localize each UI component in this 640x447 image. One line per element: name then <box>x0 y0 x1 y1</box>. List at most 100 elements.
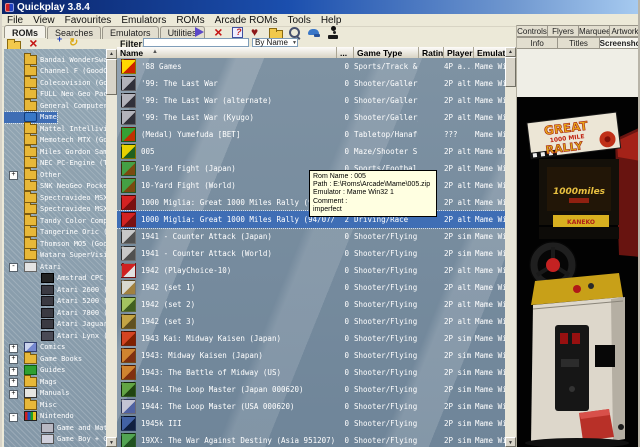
tree-item[interactable]: Miles Gordon Sam ... <box>4 146 106 158</box>
game-emulator: Mame Win <box>475 232 505 241</box>
game-row[interactable]: 005 0 Maze/Shooter S... 2P alt Mame Win <box>117 143 505 160</box>
expand-toggle-icon[interactable]: + <box>9 390 18 399</box>
tree-item[interactable]: Spectravideo MSX ... <box>4 204 106 216</box>
scroll-up-icon[interactable]: ▲ <box>505 47 516 57</box>
media-tab[interactable]: Artwork <box>610 25 640 37</box>
expand-toggle-icon[interactable]: + <box>9 344 18 353</box>
column-header[interactable]: Rating <box>419 47 444 58</box>
menu-item[interactable]: File <box>2 15 28 26</box>
tree-item[interactable]: Atari 5200 (Good... <box>4 296 106 308</box>
media-tab[interactable]: Screenshots <box>600 37 640 49</box>
tree-scroll-thumb[interactable] <box>106 59 117 95</box>
tree-item[interactable]: - Nintendo <box>4 411 74 423</box>
expand-toggle-icon[interactable]: - <box>9 413 18 422</box>
tree-scrollbar[interactable]: ▲ ▼ <box>106 49 117 447</box>
tree-item[interactable]: Atari 7800 (Good... <box>4 307 106 319</box>
tree-item[interactable]: - Atari <box>4 261 61 273</box>
tree-item[interactable]: FULL Neo Geo Pack... <box>4 89 106 101</box>
tree-item[interactable]: NEC PC-Engine (Tu... <box>4 158 106 170</box>
game-row[interactable]: 1941 - Counter Attack (Japan) 0 Shooter/… <box>117 228 505 245</box>
expand-toggle-icon[interactable]: + <box>9 171 18 180</box>
column-header[interactable]: Name <box>117 47 337 58</box>
tree-item[interactable]: Misc <box>4 399 57 411</box>
expand-toggle-icon[interactable]: + <box>9 378 18 387</box>
game-row[interactable]: 1944: The Loop Master (Japan 000620) 0 S… <box>117 381 505 398</box>
column-header[interactable]: Emulator <box>474 47 505 58</box>
tree-item[interactable]: Atari Jaguar (Go... <box>4 319 106 331</box>
tree-item[interactable]: + Other <box>4 169 61 181</box>
game-row[interactable]: '99: The Last War 0 Shooter/Gallery 2P a… <box>117 75 505 92</box>
tree-item[interactable]: + Game Books <box>4 353 82 365</box>
tree-item[interactable]: General Computer ... <box>4 100 106 112</box>
game-row[interactable]: 1943: The Battle of Midway (US) 0 Shoote… <box>117 364 505 381</box>
tree-item-label: Watara SuperVisio... <box>40 251 106 259</box>
expand-toggle-icon[interactable]: + <box>9 367 18 376</box>
tree-item[interactable]: Game and Watch <box>4 422 106 434</box>
game-row[interactable]: (Medal) Yumefuda [BET] 0 Tabletop/Hanafu… <box>117 126 505 143</box>
column-header[interactable]: ... <box>337 47 354 58</box>
tree-item[interactable]: Colecovision (Goo... <box>4 77 106 89</box>
svg-text:1000miles: 1000miles <box>553 187 606 197</box>
tree-item[interactable]: Atari Lynx (Good... <box>4 330 106 342</box>
tree-item[interactable]: + Manuals <box>4 388 70 400</box>
scroll-up-icon[interactable]: ▲ <box>106 49 117 59</box>
tree-item[interactable]: Bandai WonderSwan... <box>4 54 106 66</box>
filter-input[interactable] <box>143 38 249 47</box>
menu-item[interactable]: Emulators <box>116 15 171 26</box>
tree-item[interactable]: SNK NeoGeo Pocket... <box>4 181 106 193</box>
app-icon <box>5 3 14 12</box>
scroll-down-icon[interactable]: ▼ <box>106 437 117 447</box>
game-row[interactable]: '99: The Last War (alternate) 0 Shooter/… <box>117 92 505 109</box>
game-row[interactable]: '99: The Last War (Kyugo) 0 Shooter/Gall… <box>117 109 505 126</box>
expand-toggle-icon[interactable]: + <box>9 355 18 364</box>
tree-item[interactable]: + Guides <box>4 365 65 377</box>
tree-item[interactable]: Channel F (GoodCh... <box>4 66 106 78</box>
tree-item-label: Atari Jaguar (Go... <box>57 320 106 328</box>
controller-setup-button[interactable] <box>325 26 341 40</box>
scroll-down-icon[interactable]: ▼ <box>505 437 516 447</box>
tree-item[interactable]: Amstrad CPC (Goo... <box>4 273 106 285</box>
column-header[interactable]: Game Type <box>354 47 419 58</box>
game-row[interactable]: 19XX: The War Against Destiny (Asia 9512… <box>117 432 505 447</box>
media-tab[interactable]: Flyers <box>548 25 579 37</box>
media-tab[interactable]: Controls <box>517 25 548 37</box>
tree-item[interactable]: Memotech MTX (Goo... <box>4 135 106 147</box>
menu-item[interactable]: ROMs <box>171 15 209 26</box>
tree-item[interactable]: + Comics <box>4 342 65 354</box>
menu-item[interactable]: Tools <box>282 15 315 26</box>
tree-item[interactable]: Game Boy + Game ... <box>4 434 106 446</box>
game-row[interactable]: 1944: The Loop Master (USA 000620) 0 Sho… <box>117 398 505 415</box>
tree-item-icon <box>41 434 54 444</box>
tree-item[interactable]: + Mags <box>4 376 57 388</box>
list-scrollbar[interactable]: ▲ ▼ <box>505 47 516 447</box>
tree-item[interactable]: Watara SuperVisio... <box>4 250 106 262</box>
tree-item[interactable]: Mattel Intellivis... <box>4 123 106 135</box>
game-row[interactable]: 1942 (set 1) 0 Shooter/Flying... 2P alt … <box>117 279 505 296</box>
tree-item[interactable]: Tangerine Oric (G... <box>4 227 106 239</box>
tree-item[interactable]: Thomson MO5 (Good... <box>4 238 106 250</box>
game-row[interactable]: 1941 - Counter Attack (World) 0 Shooter/… <box>117 245 505 262</box>
game-row[interactable]: 1945k III 0 Shooter/Flying... 2P sim Mam… <box>117 415 505 432</box>
tree-item[interactable]: Atari 2600 (Good... <box>4 284 106 296</box>
game-row[interactable]: 1943: Midway Kaisen (Japan) 0 Shooter/Fl… <box>117 347 505 364</box>
list-scroll-thumb[interactable] <box>505 57 516 87</box>
media-tab[interactable]: Titles <box>558 37 599 49</box>
sort-by-combobox[interactable]: By Name ▼ <box>252 38 298 47</box>
game-row[interactable]: 1942 (set 3) 0 Shooter/Flying... 2P alt … <box>117 313 505 330</box>
game-row[interactable]: 1942 (PlayChoice-10) 0 Shooter/Flying...… <box>117 262 505 279</box>
media-tab[interactable]: Info <box>517 37 558 49</box>
menu-item[interactable]: Favourites <box>60 15 117 26</box>
media-tab[interactable]: Marquees <box>579 25 610 37</box>
good-tools-button[interactable] <box>306 26 322 40</box>
menu-item[interactable]: View <box>28 15 60 26</box>
game-row[interactable]: 1942 (set 2) 0 Shooter/Flying... 2P alt … <box>117 296 505 313</box>
menu-item[interactable]: Help <box>316 15 347 26</box>
column-header[interactable]: Players <box>444 47 474 58</box>
game-type: Maze/Shooter S... <box>354 147 418 156</box>
game-row[interactable]: '88 Games 0 Sports/Track &... 4P a... Ma… <box>117 58 505 75</box>
tree-item[interactable]: Spectravideo MSX ... <box>4 192 106 204</box>
expand-toggle-icon[interactable]: - <box>9 263 18 272</box>
tree-item[interactable]: Tandy Color Compu... <box>4 215 106 227</box>
title-bar[interactable]: Quickplay 3.8.4 <box>2 0 638 14</box>
game-row[interactable]: 1943 Kai: Midway Kaisen (Japan) 0 Shoote… <box>117 330 505 347</box>
